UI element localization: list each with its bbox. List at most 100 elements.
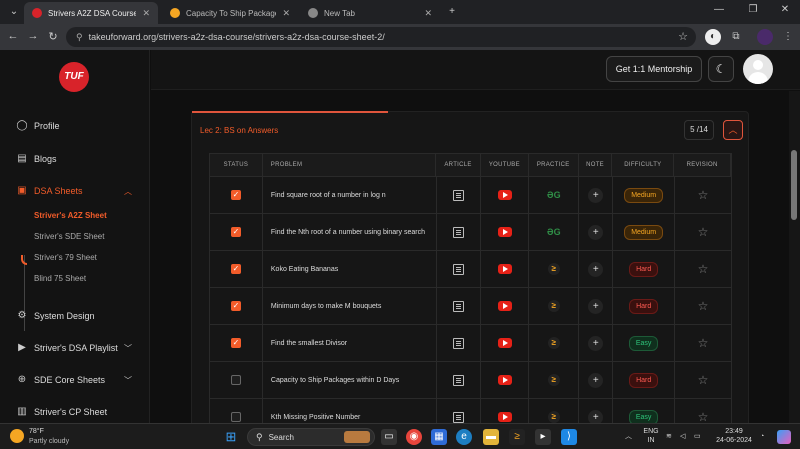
youtube-icon[interactable]	[497, 190, 512, 200]
file-explorer-icon[interactable]: ▬	[483, 429, 499, 445]
add-note-icon[interactable]: +	[588, 261, 604, 277]
avatar[interactable]	[743, 54, 773, 84]
terminal-icon[interactable]: ▸	[535, 429, 551, 445]
minimize-icon[interactable]: —	[704, 4, 734, 15]
tab-capacity-problem[interactable]: Capacity To Ship Packages Withi ✕	[162, 2, 298, 24]
wifi-icon[interactable]: ≋	[666, 432, 672, 441]
profile-icon[interactable]	[757, 29, 773, 45]
add-note-icon[interactable]: +	[588, 372, 604, 388]
problem-name[interactable]: Find square root of a number in log n	[263, 177, 437, 213]
gfg-icon[interactable]: ƏG	[547, 227, 561, 237]
dark-mode-toggle-icon[interactable]: ☾	[708, 56, 734, 82]
youtube-icon[interactable]	[497, 264, 512, 274]
menu-kebab-icon[interactable]: ⋮	[780, 29, 796, 45]
back-icon[interactable]: ←	[6, 30, 20, 42]
close-window-icon[interactable]: ✕	[770, 4, 800, 15]
notification-bell-icon[interactable]: ◔	[760, 432, 764, 441]
codingninjas-icon[interactable]: ≥	[547, 337, 560, 349]
vscode-icon[interactable]: ⟩	[561, 429, 577, 445]
sidebar-item-dsa-sheets[interactable]: ▣ DSA Sheets ︿	[16, 185, 132, 197]
chevron-down-icon[interactable]: ﹀	[124, 343, 132, 354]
sidebar-subitem-a2z[interactable]: Striver's A2Z Sheet	[34, 211, 107, 220]
page-scrollbar[interactable]	[789, 91, 800, 423]
reload-icon[interactable]: ↻	[46, 30, 60, 43]
problem-name[interactable]: Koko Eating Bananas	[263, 251, 437, 287]
add-note-icon[interactable]: +	[588, 335, 604, 351]
restore-icon[interactable]: ❐	[738, 4, 768, 15]
revision-star-icon[interactable]: ☆	[698, 410, 709, 424]
problem-name[interactable]: Minimum days to make M bouquets	[263, 288, 437, 324]
forward-icon[interactable]: →	[26, 30, 40, 42]
codingninjas-icon[interactable]: ≥	[547, 374, 560, 386]
problem-name[interactable]: Capacity to Ship Packages within D Days	[263, 362, 437, 398]
url-field[interactable]: ⚲ takeuforward.org/strivers-a2z-dsa-cour…	[66, 27, 696, 47]
clock[interactable]: 23:49 24-06-2024	[712, 427, 756, 445]
youtube-icon[interactable]	[497, 375, 512, 385]
scrollbar-thumb[interactable]	[791, 150, 797, 220]
close-tab-icon[interactable]: ✕	[282, 8, 290, 19]
codingninjas-icon[interactable]: ≥	[547, 300, 560, 312]
article-icon[interactable]	[453, 411, 465, 423]
bookmark-star-icon[interactable]: ☆	[678, 30, 688, 43]
volume-icon[interactable]: ◁	[680, 432, 685, 441]
language-indicator[interactable]: ENG IN	[642, 427, 660, 445]
status-checkbox[interactable]: ✓	[230, 227, 241, 237]
add-note-icon[interactable]: +	[588, 298, 604, 314]
collapse-chevron-icon[interactable]: ︿	[723, 120, 743, 140]
revision-star-icon[interactable]: ☆	[698, 188, 709, 202]
problem-name[interactable]: Find the smallest Divisor	[263, 325, 437, 361]
youtube-icon[interactable]	[497, 412, 512, 422]
sidebar-item-profile[interactable]: ◯ Profile	[16, 120, 59, 132]
codingninjas-icon[interactable]: ≥	[547, 263, 560, 275]
chevron-down-icon[interactable]: ﹀	[124, 375, 132, 386]
status-checkbox[interactable]	[230, 412, 241, 422]
copilot-icon[interactable]	[777, 430, 791, 444]
tab-strivers-sheet[interactable]: Strivers A2Z DSA Course/Sheet ✕	[24, 2, 158, 24]
codingninjas-icon[interactable]: ≥	[547, 411, 560, 423]
article-icon[interactable]	[453, 263, 465, 275]
tuf-logo[interactable]: TUF	[59, 62, 89, 92]
windows-start-icon[interactable]: ⊞	[223, 429, 239, 445]
chrome-icon[interactable]: ◉	[406, 429, 422, 445]
youtube-icon[interactable]	[497, 301, 512, 311]
article-icon[interactable]	[453, 374, 465, 386]
revision-star-icon[interactable]: ☆	[698, 373, 709, 387]
sidebar-subitem-blind75[interactable]: Blind 75 Sheet	[34, 274, 86, 283]
article-icon[interactable]	[453, 337, 465, 349]
lecture-title[interactable]: Lec 2: BS on Answers	[200, 126, 278, 135]
sidebar-item-sde-core[interactable]: ⊕ SDE Core Sheets ﹀	[16, 374, 132, 386]
problem-name[interactable]: Find the Nth root of a number using bina…	[263, 214, 437, 250]
tab-new-tab[interactable]: New Tab ✕	[300, 2, 440, 24]
add-note-icon[interactable]: +	[588, 224, 604, 240]
site-info-icon[interactable]: ⚲	[76, 32, 83, 43]
article-icon[interactable]	[453, 226, 465, 238]
youtube-icon[interactable]	[497, 338, 512, 348]
revision-star-icon[interactable]: ☆	[698, 299, 709, 313]
tray-chevron-up-icon[interactable]: ︿	[625, 432, 632, 441]
sidebar-item-dsa-playlist[interactable]: ▶ Striver's DSA Playlist ﹀	[16, 342, 132, 354]
edge-icon[interactable]: e	[456, 429, 472, 445]
status-checkbox[interactable]: ✓	[230, 338, 241, 348]
status-checkbox[interactable]: ✓	[230, 301, 241, 311]
store-icon[interactable]: ▦	[431, 429, 447, 445]
close-tab-icon[interactable]: ✕	[142, 8, 150, 19]
status-checkbox[interactable]: ✓	[230, 264, 241, 274]
sidebar-subitem-79[interactable]: Striver's 79 Sheet	[34, 253, 97, 262]
codingninjas-app-icon[interactable]: ≥	[509, 429, 525, 445]
chevron-up-icon[interactable]: ︿	[124, 186, 132, 197]
extension-icon[interactable]: ◐	[705, 29, 721, 45]
new-tab-icon[interactable]: +	[444, 4, 460, 20]
article-icon[interactable]	[453, 300, 465, 312]
taskbar-search[interactable]: ⚲ Search	[247, 428, 375, 446]
mentorship-button[interactable]: Get 1:1 Mentorship	[606, 56, 702, 82]
article-icon[interactable]	[453, 189, 465, 201]
gfg-icon[interactable]: ƏG	[547, 190, 561, 200]
add-note-icon[interactable]: +	[588, 187, 604, 203]
status-checkbox[interactable]: ✓	[230, 190, 241, 200]
sidebar-subitem-sde[interactable]: Striver's SDE Sheet	[34, 232, 104, 241]
sidebar-item-cp-sheet[interactable]: ▥ Striver's CP Sheet	[16, 406, 107, 418]
status-checkbox[interactable]	[230, 375, 241, 385]
sidebar-item-system-design[interactable]: ⚙ System Design	[16, 310, 95, 322]
revision-star-icon[interactable]: ☆	[698, 262, 709, 276]
task-view-icon[interactable]: ▭	[381, 429, 397, 445]
